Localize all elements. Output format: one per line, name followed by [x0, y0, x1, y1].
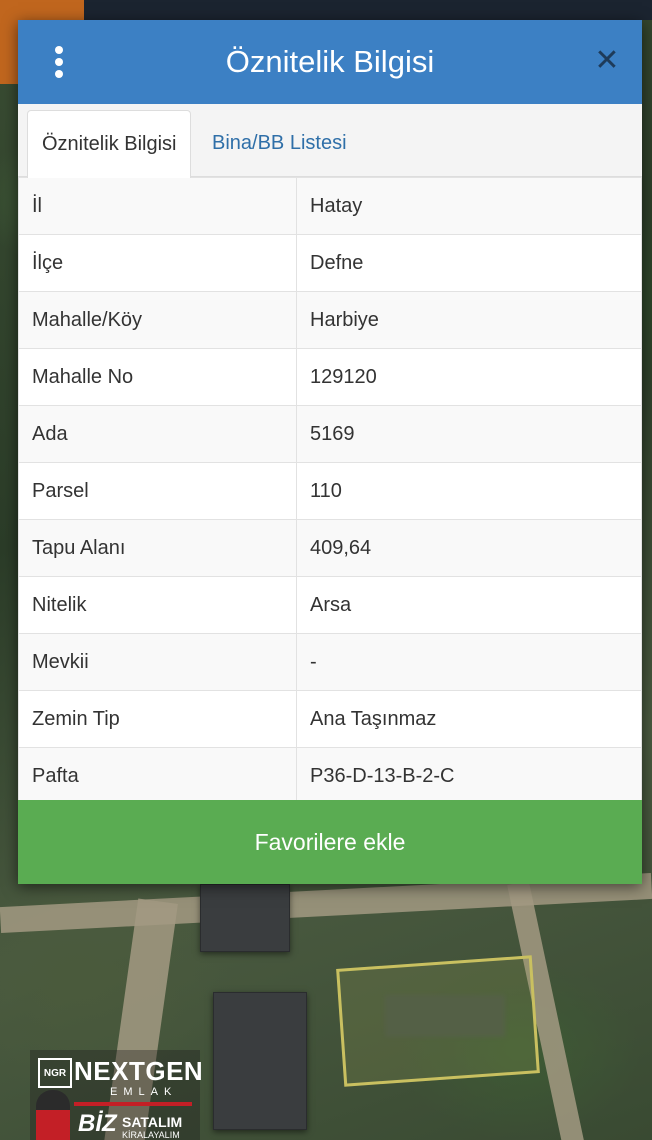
table-row: Ada 5169	[18, 405, 642, 463]
attribute-key: Mahalle/Köy	[18, 291, 297, 349]
logo-line1: SATALIM	[122, 1114, 183, 1130]
close-icon[interactable]: ✕	[592, 46, 622, 76]
attribute-value: 5169	[296, 405, 642, 463]
attribute-value: P36-D-13-B-2-C	[296, 747, 642, 805]
tab-attribute-info[interactable]: Öznitelik Bilgisi	[27, 110, 192, 178]
attribute-value: 129120	[296, 348, 642, 406]
table-row: Mahalle No 129120	[18, 348, 642, 406]
attribute-key: İl	[18, 177, 297, 235]
table-row: Zemin Tip Ana Taşınmaz	[18, 690, 642, 748]
dialog-header: Öznitelik Bilgisi ✕	[18, 20, 642, 104]
attribute-value: Hatay	[296, 177, 642, 235]
table-row: Nitelik Arsa	[18, 576, 642, 634]
add-to-favorites-button[interactable]: Favorilere ekle	[18, 800, 642, 884]
vertical-dots-icon[interactable]	[48, 46, 70, 78]
parcel-redaction	[385, 995, 505, 1037]
attribute-key: Ada	[18, 405, 297, 463]
logo-strip	[74, 1102, 192, 1106]
attribute-value: Harbiye	[296, 291, 642, 349]
table-row: Tapu Alanı 409,64	[18, 519, 642, 577]
tab-bar: Öznitelik Bilgisi Bina/BB Listesi	[18, 104, 642, 178]
map-building	[213, 992, 307, 1130]
attribute-value: Defne	[296, 234, 642, 292]
logo-line2: KİRALAYALIM	[122, 1130, 180, 1140]
table-row: İlçe Defne	[18, 234, 642, 292]
logo-brand: NEXTGEN	[74, 1056, 204, 1086]
attribute-dialog: Öznitelik Bilgisi ✕ Öznitelik Bilgisi Bi…	[18, 20, 642, 884]
logo-biz: BİZ	[78, 1110, 117, 1137]
attribute-value: 110	[296, 462, 642, 520]
attribute-key: Parsel	[18, 462, 297, 520]
table-row: Pafta P36-D-13-B-2-C	[18, 747, 642, 805]
attribute-key: Mahalle No	[18, 348, 297, 406]
table-row: Mahalle/Köy Harbiye	[18, 291, 642, 349]
map-top-bar	[84, 0, 652, 20]
logo-sub: EMLAK	[110, 1086, 178, 1098]
table-row: Parsel 110	[18, 462, 642, 520]
attribute-key: Zemin Tip	[18, 690, 297, 748]
attribute-key: Nitelik	[18, 576, 297, 634]
attribute-key: Pafta	[18, 747, 297, 805]
map-building	[200, 884, 290, 952]
agency-logo: NGR NEXTGEN EMLAK BİZ SATALIM KİRALAYALI…	[30, 1050, 204, 1140]
attribute-table: İl Hatay İlçe Defne Mahalle/Köy Harbiye Mahall…	[18, 177, 642, 805]
attribute-value: 409,64	[296, 519, 642, 577]
tab-building-list[interactable]: Bina/BB Listesi	[198, 110, 361, 176]
attribute-value: Arsa	[296, 576, 642, 634]
logo-badge: NGR	[38, 1058, 72, 1088]
attribute-value: -	[296, 633, 642, 691]
attribute-value: Ana Taşınmaz	[296, 690, 642, 748]
attribute-key: Tapu Alanı	[18, 519, 297, 577]
attribute-key: Mevkii	[18, 633, 297, 691]
dialog-title: Öznitelik Bilgisi	[225, 44, 435, 79]
table-row: Mevkii -	[18, 633, 642, 691]
attribute-key: İlçe	[18, 234, 297, 292]
table-row: İl Hatay	[18, 177, 642, 235]
logo-person-icon	[36, 1090, 70, 1140]
